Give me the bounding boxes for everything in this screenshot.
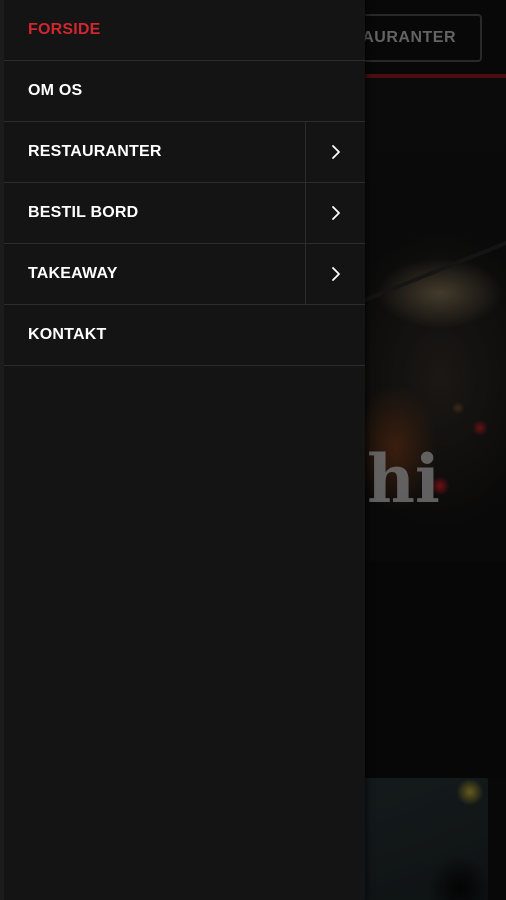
chevron-right-icon — [331, 267, 340, 281]
menu-item-bestil-bord[interactable]: BESTIL BORD — [4, 183, 365, 244]
drawer-menu: FORSIDE OM OS RESTAURANTER BESTIL BORD T… — [4, 0, 365, 366]
expand-takeaway-button[interactable] — [305, 244, 365, 304]
menu-item-forside[interactable]: FORSIDE — [4, 0, 365, 61]
menu-item-label[interactable]: RESTAURANTER — [4, 143, 305, 161]
menu-item-label[interactable]: FORSIDE — [4, 21, 365, 39]
menu-item-label[interactable]: BESTIL BORD — [4, 204, 305, 222]
expand-bestil-bord-button[interactable] — [305, 183, 365, 243]
menu-item-label[interactable]: OM OS — [4, 82, 365, 100]
expand-restauranter-button[interactable] — [305, 122, 365, 182]
menu-item-label[interactable]: KONTAKT — [4, 326, 365, 344]
chevron-right-icon — [331, 206, 340, 220]
app-screen: TAURANTER shi FORSIDE OM OS RESTAURANTER — [0, 0, 506, 900]
navigation-drawer: FORSIDE OM OS RESTAURANTER BESTIL BORD T… — [0, 0, 365, 900]
menu-item-om-os[interactable]: OM OS — [4, 61, 365, 122]
menu-item-kontakt[interactable]: KONTAKT — [4, 305, 365, 366]
menu-item-takeaway[interactable]: TAKEAWAY — [4, 244, 365, 305]
chevron-right-icon — [331, 145, 340, 159]
menu-item-restauranter[interactable]: RESTAURANTER — [4, 122, 365, 183]
menu-item-label[interactable]: TAKEAWAY — [4, 265, 305, 283]
